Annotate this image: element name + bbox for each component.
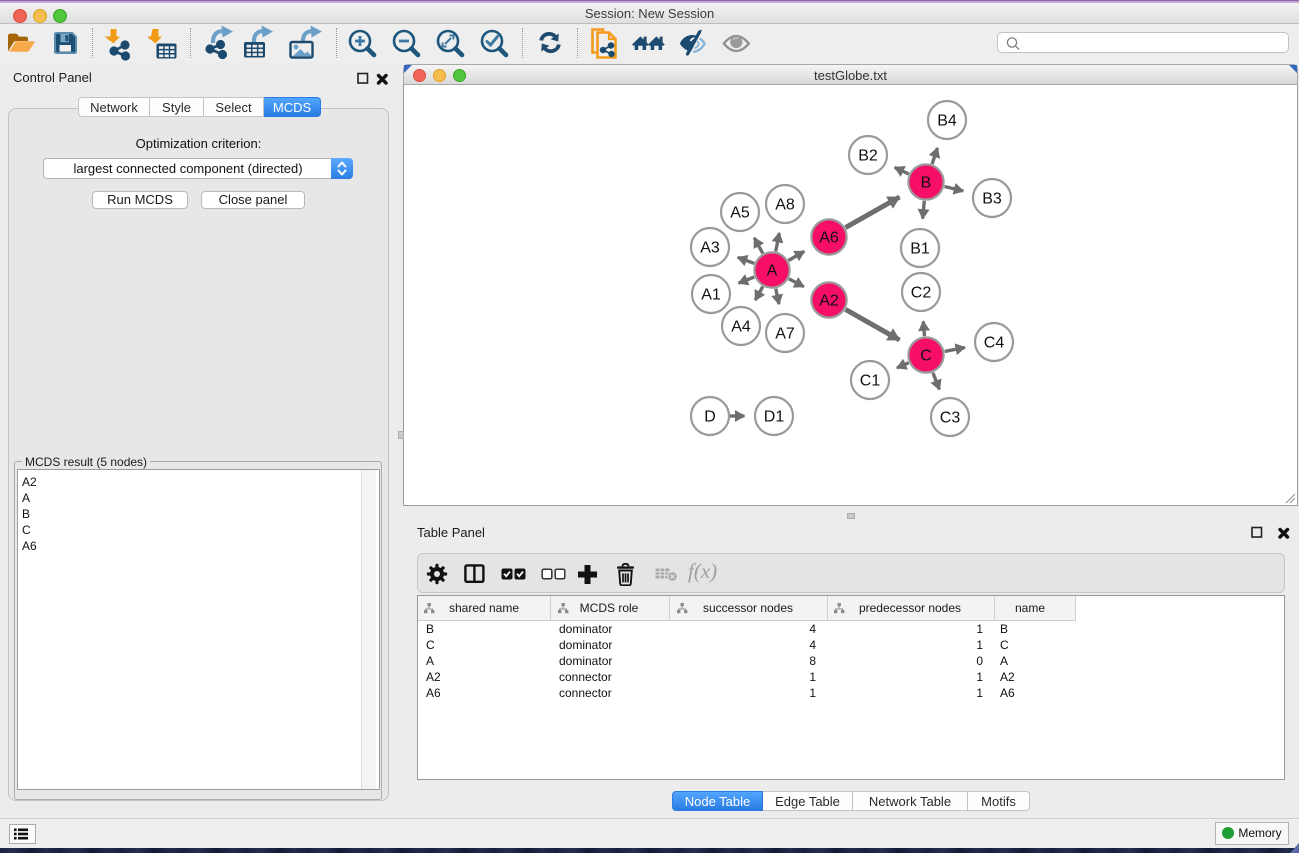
svg-text:A7: A7: [775, 326, 795, 343]
svg-text:D: D: [704, 409, 716, 426]
svg-text:C3: C3: [940, 410, 961, 427]
svg-text:D1: D1: [764, 409, 785, 426]
svg-text:A4: A4: [731, 319, 751, 336]
svg-text:B2: B2: [858, 148, 878, 165]
svg-text:C2: C2: [911, 285, 932, 302]
svg-text:B1: B1: [910, 241, 930, 258]
svg-text:A5: A5: [730, 205, 750, 222]
svg-text:A8: A8: [775, 197, 795, 214]
svg-text:A: A: [767, 263, 778, 280]
svg-text:A2: A2: [819, 293, 839, 310]
svg-text:A6: A6: [819, 230, 839, 247]
svg-text:C1: C1: [860, 373, 881, 390]
svg-text:B4: B4: [937, 113, 957, 130]
svg-text:A3: A3: [700, 240, 720, 257]
svg-text:C4: C4: [984, 335, 1005, 352]
svg-text:C: C: [920, 348, 932, 365]
svg-text:B3: B3: [982, 191, 1002, 208]
svg-text:B: B: [921, 175, 932, 192]
svg-text:A1: A1: [701, 287, 721, 304]
